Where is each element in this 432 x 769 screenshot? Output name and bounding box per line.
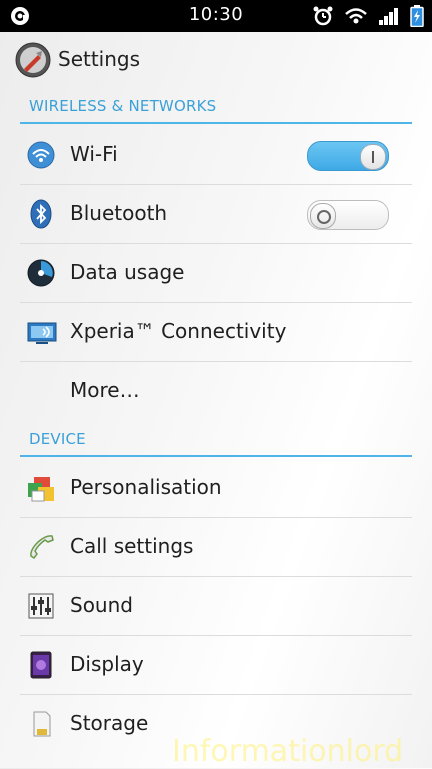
setting-display[interactable]: Display <box>20 636 412 695</box>
section-divider <box>20 455 412 457</box>
setting-label: More… <box>70 378 140 402</box>
wifi-toggle[interactable] <box>307 141 389 171</box>
setting-label: Xperia™ Connectivity <box>70 319 287 343</box>
sd-card-icon <box>26 709 58 739</box>
equalizer-icon <box>26 591 58 621</box>
battery-charging-icon <box>410 5 424 31</box>
setting-label: Bluetooth <box>70 201 168 225</box>
setting-label: Data usage <box>70 260 185 284</box>
setting-label: Sound <box>70 593 133 617</box>
bluetooth-icon <box>26 199 58 229</box>
toggle-knob <box>360 144 386 170</box>
wifi-icon <box>26 140 58 170</box>
xperia-connectivity-icon <box>26 317 58 347</box>
page-title: Settings <box>58 47 141 71</box>
watermark-text: Informationlord <box>172 734 404 769</box>
setting-bluetooth[interactable]: Bluetooth <box>20 185 412 244</box>
setting-sound[interactable]: Sound <box>20 577 412 636</box>
personalisation-icon <box>26 473 58 503</box>
setting-label: Personalisation <box>70 475 222 499</box>
bluetooth-toggle[interactable] <box>307 200 389 230</box>
display-icon <box>26 650 58 680</box>
setting-label: Call settings <box>70 534 194 558</box>
wifi-signal-icon <box>344 6 368 30</box>
section-header-device: DEVICE <box>20 423 412 457</box>
section-header-wireless: WIRELESS & NETWORKS <box>20 90 412 124</box>
setting-xperia-connectivity[interactable]: Xperia™ Connectivity <box>20 303 412 362</box>
section-header-label: WIRELESS & NETWORKS <box>29 97 217 115</box>
settings-app-icon[interactable] <box>14 41 52 83</box>
alarm-clock-icon <box>312 5 334 31</box>
setting-call[interactable]: Call settings <box>20 518 412 577</box>
phone-handset-icon <box>26 532 58 562</box>
status-bar: 10:30 <box>0 0 432 32</box>
toggle-knob <box>310 203 336 229</box>
section-header-label: DEVICE <box>29 430 86 448</box>
setting-label: Storage <box>70 711 149 735</box>
setting-wifi[interactable]: Wi-Fi <box>20 126 412 185</box>
action-bar: Settings <box>0 32 432 90</box>
section-divider <box>20 122 412 124</box>
setting-personalisation[interactable]: Personalisation <box>20 459 412 518</box>
setting-label: Wi-Fi <box>70 142 118 166</box>
data-usage-icon <box>26 258 58 288</box>
setting-label: Display <box>70 652 144 676</box>
setting-data-usage[interactable]: Data usage <box>20 244 412 303</box>
cell-signal-icon <box>378 6 400 30</box>
setting-more[interactable]: More… <box>20 362 412 420</box>
